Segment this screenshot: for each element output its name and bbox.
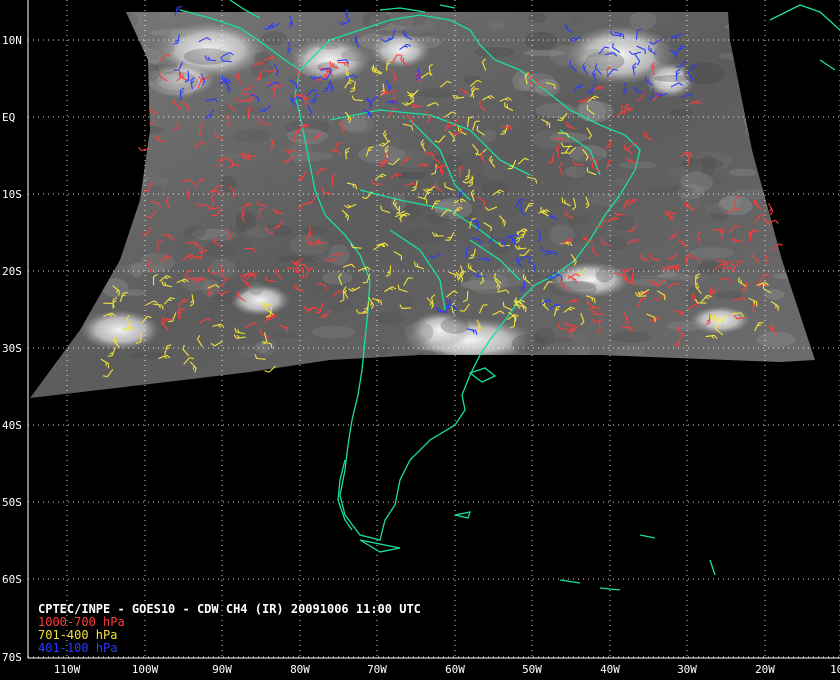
lat-label: 10N xyxy=(2,34,22,47)
lon-label: 70W xyxy=(367,663,387,676)
lat-label: 30S xyxy=(2,342,22,355)
lon-label: 90W xyxy=(212,663,232,676)
lon-label: 40W xyxy=(600,663,620,676)
coastline-segment xyxy=(454,511,471,519)
lon-label: 10W xyxy=(830,663,840,676)
lon-label: 60W xyxy=(445,663,465,676)
coastline-segment xyxy=(379,7,426,13)
lon-label: 30W xyxy=(677,663,697,676)
lat-label: 20S xyxy=(2,265,22,278)
lat-label: 70S xyxy=(2,651,22,664)
coastline-segment xyxy=(819,59,836,71)
coastline-segment xyxy=(709,559,716,576)
coastline-segment xyxy=(468,367,497,383)
map-canvas: 10N EQ 10S 20S 30S 40S 50S 60S 70S 110W 100W 90W 80… xyxy=(2,0,840,676)
coastline-segment xyxy=(599,587,621,591)
coastline-segment xyxy=(559,579,581,584)
lat-label: 50S xyxy=(2,496,22,509)
lon-label: 80W xyxy=(290,663,310,676)
lat-label: 40S xyxy=(2,419,22,432)
satellite-map: 10N EQ 10S 20S 30S 40S 50S 60S 70S 110W 100W 90W 80… xyxy=(0,0,840,680)
lon-label: 20W xyxy=(755,663,775,676)
lat-label: 10S xyxy=(2,188,22,201)
longitude-labels: 110W 100W 90W 80W 70W 60W 50W 40W 30W 20W 10W xyxy=(54,663,840,676)
legend-item-high-level: 401-100 hPa xyxy=(38,641,118,655)
latitude-labels: 10N EQ 10S 20S 30S 40S 50S 60S 70S xyxy=(2,34,22,664)
lat-label: 60S xyxy=(2,573,22,586)
coastline-segment xyxy=(359,539,401,553)
coastline-segment xyxy=(439,4,456,9)
lon-label: 100W xyxy=(132,663,159,676)
lon-label: 50W xyxy=(522,663,542,676)
coastline-segment xyxy=(769,4,840,31)
lon-label: 110W xyxy=(54,663,81,676)
coastline-segment xyxy=(639,534,656,539)
lat-label: EQ xyxy=(2,111,15,124)
